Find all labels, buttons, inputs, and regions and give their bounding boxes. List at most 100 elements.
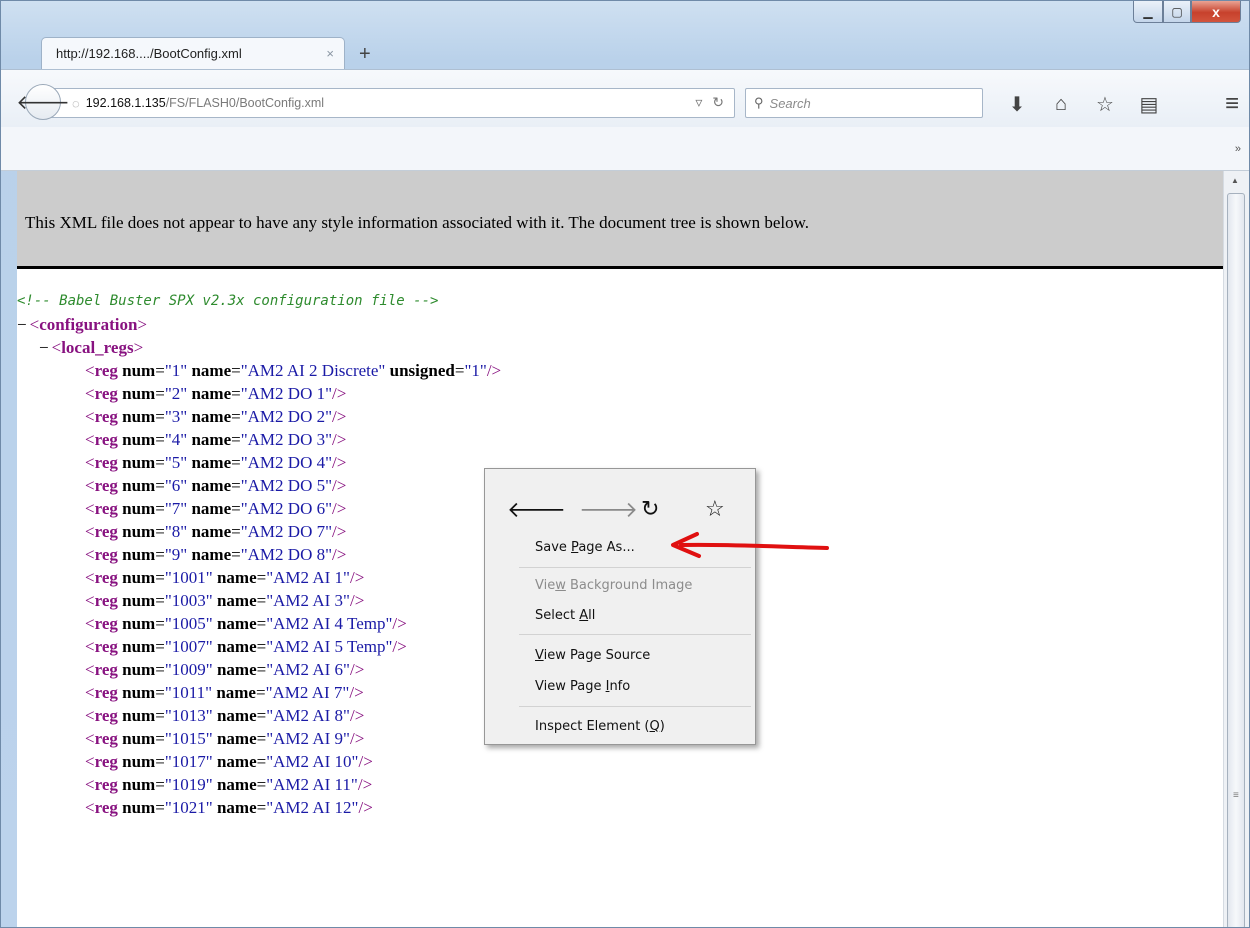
tab-close-icon[interactable]: × [326, 46, 334, 61]
xml-attr-name: num [122, 729, 156, 748]
site-info-icon[interactable]: ◌ [72, 96, 80, 111]
collapse-toggle[interactable]: − [39, 338, 49, 357]
xml-reg-line: <reg num="2" name="AM2 DO 1"/> [85, 384, 347, 403]
context-forward-icon[interactable]: 🡒 [579, 497, 638, 523]
xml-attr-value: "1017" [164, 752, 213, 771]
xml-attr-name: num [122, 752, 156, 771]
context-bookmark-icon[interactable]: ☆ [705, 497, 725, 522]
menu-item-view-page-info[interactable]: View Page Info [535, 679, 630, 694]
xml-tag: reg [94, 660, 118, 679]
scrollbar-grip-icon: ≡ [1233, 790, 1239, 801]
xml-attr-value: "AM2 AI 9" [266, 729, 350, 748]
xml-attr-value: "AM2 DO 7" [240, 522, 333, 541]
xml-section-tag: local_regs [61, 338, 134, 357]
xml-attr-name: num [122, 706, 156, 725]
hamburger-menu-icon[interactable]: ≡ [1225, 90, 1239, 118]
menu-item-view-page-source[interactable]: View Page Source [535, 648, 650, 663]
menu-item-select-all[interactable]: Select All [535, 608, 595, 623]
menu-separator [519, 706, 751, 707]
bookmark-star-icon[interactable]: ☆ [1087, 90, 1123, 118]
xml-attr-value: "2" [164, 384, 188, 403]
url-bar[interactable]: ◌ 192.168.1.135/FS/FLASH0/BootConfig.xml… [45, 88, 735, 118]
xml-attr-name: name [216, 591, 257, 610]
xml-reg-line: <reg num="1" name="AM2 AI 2 Discrete" un… [85, 361, 502, 380]
xml-bracket: /> [332, 545, 347, 564]
maximize-button[interactable]: ▢ [1163, 1, 1191, 23]
menu-item-inspect-element[interactable]: Inspect Element (Q) [535, 719, 665, 734]
new-tab-button[interactable]: + [359, 43, 371, 66]
bookmarks-toolbar: » [1, 127, 1249, 171]
xml-bracket: /> [350, 729, 365, 748]
search-placeholder: Search [769, 95, 811, 111]
vertical-scrollbar[interactable]: ▲ ≡ [1223, 171, 1249, 927]
access-key: Q [649, 719, 660, 734]
xml-attr-name: num [122, 591, 156, 610]
minimize-button[interactable]: ▁ [1133, 1, 1163, 23]
reading-list-icon[interactable]: ▤ [1131, 90, 1167, 118]
xml-tag: reg [94, 683, 118, 702]
xml-tag: reg [94, 545, 118, 564]
xml-attr-name: name [191, 453, 232, 472]
overflow-chevron-icon[interactable]: » [1235, 143, 1241, 155]
access-key: V [535, 648, 544, 663]
xml-attr-name: num [122, 568, 156, 587]
xml-tag: reg [94, 798, 118, 817]
browser-window: ▁ ▢ x http://192.168..../BootConfig.xml … [0, 0, 1250, 928]
xml-bracket: < [85, 591, 95, 610]
scrollbar-thumb[interactable]: ≡ [1227, 193, 1245, 927]
xml-bracket: < [85, 660, 95, 679]
annotation-arrow [671, 532, 829, 558]
xml-attr-value: "1013" [164, 706, 213, 725]
xml-attr-value: "1" [164, 361, 188, 380]
xml-bracket: /> [332, 476, 347, 495]
context-back-icon[interactable]: 🡐 [507, 497, 566, 523]
xml-attr-value: "9" [164, 545, 188, 564]
reload-icon[interactable]: ↻ [712, 94, 724, 110]
xml-attr-value: "1009" [164, 660, 213, 679]
tab-bootconfig[interactable]: http://192.168..../BootConfig.xml × [41, 37, 345, 69]
xml-attr-value: "5" [164, 453, 188, 472]
xml-attr-value: "AM2 AI 2 Discrete" [240, 361, 386, 380]
xml-attr-name: num [122, 407, 156, 426]
xml-bracket: < [85, 384, 95, 403]
url-host: 192.168.1.135 [85, 96, 166, 110]
xml-bracket: /> [358, 798, 373, 817]
xml-tag: reg [94, 499, 118, 518]
context-reload-icon[interactable]: ↻ [641, 497, 659, 522]
xml-attr-name: name [216, 614, 257, 633]
menu-item-save-page-as[interactable]: Save Page As... [535, 540, 635, 555]
xml-attr-name: name [216, 706, 257, 725]
xml-attr-name: name [216, 637, 257, 656]
xml-reg-line: <reg num="3" name="AM2 DO 2"/> [85, 407, 347, 426]
xml-bracket: < [85, 775, 95, 794]
menu-item-view-background-image[interactable]: View Background Image [535, 578, 692, 593]
xml-attr-value: "AM2 AI 5 Temp" [266, 637, 393, 656]
search-input[interactable]: ⚲ Search [745, 88, 983, 118]
xml-attr-value: "1001" [164, 568, 213, 587]
home-icon[interactable]: ⌂ [1043, 90, 1079, 118]
xml-bracket: < [85, 706, 95, 725]
xml-attr-name: name [191, 384, 232, 403]
back-button[interactable]: 🡐 [16, 84, 70, 120]
dropdown-history-icon[interactable]: ▿ [695, 94, 702, 110]
xml-bracket: /> [392, 637, 407, 656]
xml-attr-value: "AM2 AI 1" [266, 568, 350, 587]
xml-tag: reg [94, 522, 118, 541]
xml-attr-name: num [122, 775, 156, 794]
xml-attr-value: "7" [164, 499, 188, 518]
xml-reg-line: <reg num="1019" name="AM2 AI 11"/> [85, 775, 373, 794]
xml-attr-name: name [216, 752, 257, 771]
context-menu: 🡐 🡒 ↻ ☆ Save Page As... View Background I… [484, 468, 756, 745]
xml-attr-name: num [122, 683, 156, 702]
xml-attr-name: num [122, 453, 156, 472]
tab-strip: http://192.168..../BootConfig.xml × + [1, 31, 1249, 69]
collapse-toggle[interactable]: − [17, 315, 27, 334]
downloads-icon[interactable]: ⬇ [999, 90, 1035, 118]
xml-attr-name: num [122, 499, 156, 518]
xml-attr-name: num [122, 384, 156, 403]
scroll-up-icon[interactable]: ▲ [1231, 176, 1239, 185]
maximize-icon: ▢ [1171, 4, 1183, 19]
close-window-button[interactable]: x [1191, 1, 1241, 23]
xml-attr-name: name [191, 476, 232, 495]
navigation-toolbar: 🡐 ◌ 192.168.1.135/FS/FLASH0/BootConfig.x… [1, 69, 1249, 127]
